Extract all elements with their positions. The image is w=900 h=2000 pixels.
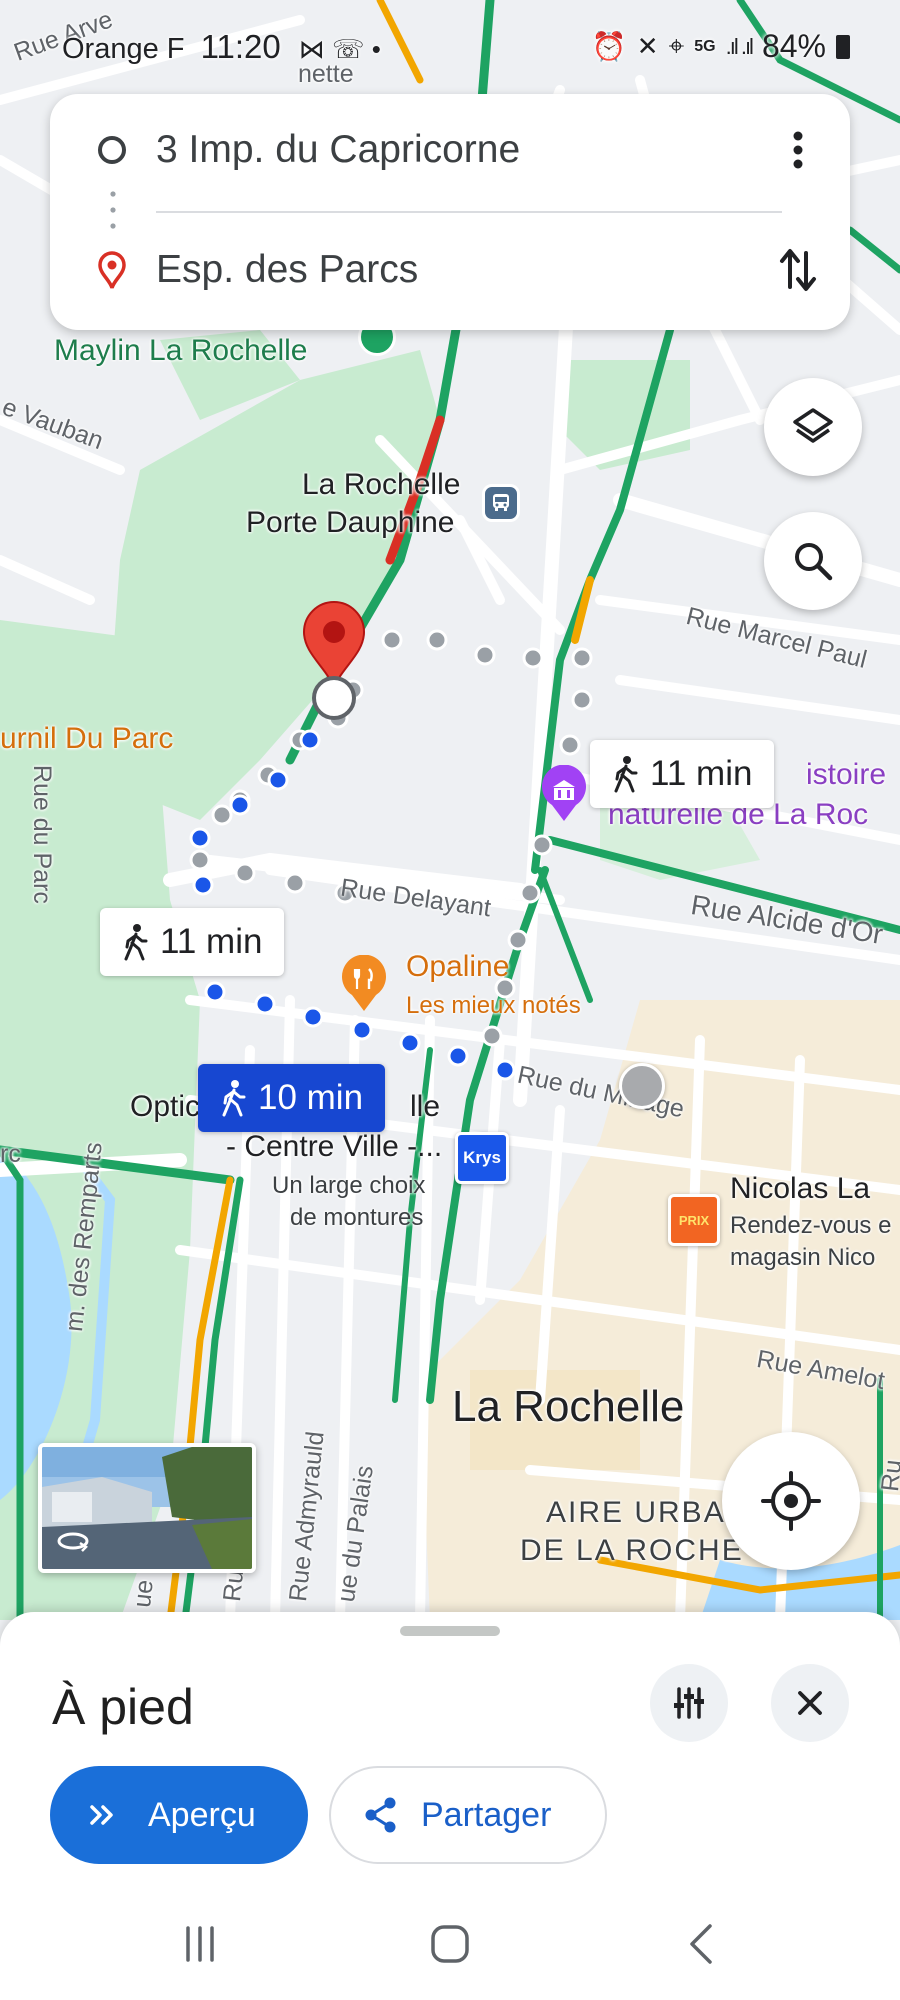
place-label-fournil: urnil Du Parc <box>0 722 174 755</box>
route-alt-bubble-2[interactable]: 11 min <box>100 908 285 976</box>
place-sub-label: Les mieux notés <box>406 992 581 1019</box>
place-sub-label: de montures <box>290 1204 424 1231</box>
street-label: ue <box>128 1578 159 1609</box>
drag-handle[interactable] <box>400 1626 500 1636</box>
place-label-opaline: Opaline <box>406 950 510 983</box>
directions-card: 3 Imp. du Capricorne Esp. des Parcs <box>50 94 850 330</box>
area-label: DE LA ROCHE <box>520 1534 744 1567</box>
route-time-label: 11 min <box>650 754 753 793</box>
home-icon <box>431 1925 469 1963</box>
my-location-button[interactable] <box>722 1432 860 1570</box>
back-button[interactable] <box>672 1914 732 1974</box>
apercu-button[interactable]: Aperçu <box>50 1766 308 1864</box>
route-selected-bubble[interactable]: 10 min <box>198 1064 386 1132</box>
notification-icons: ⋈ ☏ • <box>298 34 381 64</box>
route-connector-dots <box>110 191 116 229</box>
partager-label: Partager <box>421 1795 552 1834</box>
apercu-label: Aperçu <box>148 1795 256 1834</box>
place-sub-label: Rendez-vous e <box>730 1212 892 1239</box>
walking-person-icon <box>124 924 148 961</box>
back-icon <box>690 1924 712 1964</box>
clock: 11:20 <box>200 28 281 65</box>
close-button[interactable] <box>771 1664 849 1742</box>
station-label: Porte Dauphine <box>246 506 455 539</box>
carrier-label: Orange F <box>62 33 185 65</box>
station-label: La Rochelle <box>302 468 461 501</box>
origin-field[interactable]: 3 Imp. du Capricorne <box>156 128 520 172</box>
walking-person-icon <box>222 1080 246 1117</box>
circle-outline-icon <box>98 136 126 164</box>
battery-icon <box>836 34 850 59</box>
walking-person-icon <box>614 756 638 793</box>
restaurant-icon[interactable] <box>340 954 388 1013</box>
place-sub-label: Un large choix <box>272 1172 426 1199</box>
divider <box>156 211 782 213</box>
network-type: 5G <box>694 37 716 55</box>
route-alt-bubble-1[interactable]: 11 min <box>590 740 775 808</box>
mute-icon: ✕ <box>636 31 659 61</box>
more-options-button[interactable] <box>774 122 822 178</box>
battery-level: 84% <box>761 28 826 64</box>
search-along-route-button[interactable] <box>764 512 862 610</box>
street-label: Ru <box>876 1458 900 1493</box>
my-location-icon <box>761 1471 821 1531</box>
grey-poi-marker[interactable] <box>619 1063 665 1109</box>
street-label: rc <box>0 1140 21 1168</box>
place-label-museum: istoire <box>806 758 887 791</box>
place-label-optic: lle <box>410 1090 441 1123</box>
place-label-optic: - Centre Ville -... <box>226 1130 443 1163</box>
place-label-nicolas: Nicolas La <box>730 1172 871 1205</box>
home-button[interactable] <box>420 1914 480 1974</box>
partager-button[interactable]: Partager <box>329 1766 607 1864</box>
street-label: Ru <box>218 1568 250 1603</box>
travel-mode-title: À pied <box>52 1679 194 1735</box>
destination-field[interactable]: Esp. des Parcs <box>156 248 418 292</box>
street-view-thumbnail[interactable] <box>38 1443 256 1573</box>
swap-button[interactable] <box>774 242 822 298</box>
system-navigation-bar <box>0 1880 900 2000</box>
tune-icon <box>674 1687 704 1719</box>
destination-row[interactable]: Esp. des Parcs <box>50 234 850 306</box>
origin-row[interactable]: 3 Imp. du Capricorne <box>50 114 850 186</box>
krys-logo-text: Krys <box>463 1148 501 1167</box>
route-options-button[interactable] <box>650 1664 728 1742</box>
double-chevron-icon <box>90 1805 113 1825</box>
signal-icon: .ıl .ıl <box>725 33 754 59</box>
krys-store-icon[interactable]: Krys <box>455 1132 509 1184</box>
place-sub-label: magasin Nico <box>730 1244 876 1271</box>
status-bar: Orange F 11:20 ⋈ ☏ • ⏰ ✕ ⌖ 5G .ıl .ıl 84… <box>0 0 900 96</box>
recent-apps-button[interactable] <box>170 1914 230 1974</box>
swap-vert-icon <box>780 249 816 291</box>
city-label: La Rochelle <box>452 1382 685 1431</box>
street-view-rotate-icon <box>57 1532 89 1552</box>
recent-apps-icon <box>186 1926 214 1962</box>
location-pin-icon <box>98 251 126 289</box>
route-time-label: 10 min <box>258 1078 364 1117</box>
origin-marker[interactable] <box>312 676 356 720</box>
more-vert-icon <box>793 131 803 169</box>
alarm-icon: ⏰ <box>591 31 627 62</box>
store-icon-nicolas[interactable]: PRIX <box>668 1194 720 1246</box>
layers-icon <box>793 408 833 443</box>
street-label: Rue du Parc <box>27 764 56 904</box>
nicolas-logo-text: PRIX <box>678 1212 710 1228</box>
location-status-icon: ⌖ <box>668 30 685 61</box>
museum-icon[interactable] <box>540 764 588 823</box>
search-icon <box>795 543 833 581</box>
route-time-label: 11 min <box>160 922 263 961</box>
layers-button[interactable] <box>764 378 862 476</box>
place-label-optic: Optic <box>130 1090 201 1123</box>
place-label-maylin: Maylin La Rochelle <box>54 334 308 367</box>
close-icon <box>798 1691 822 1715</box>
share-icon <box>365 1797 396 1833</box>
bus-stop-icon[interactable] <box>482 484 520 522</box>
area-label: AIRE URBA <box>546 1496 726 1529</box>
